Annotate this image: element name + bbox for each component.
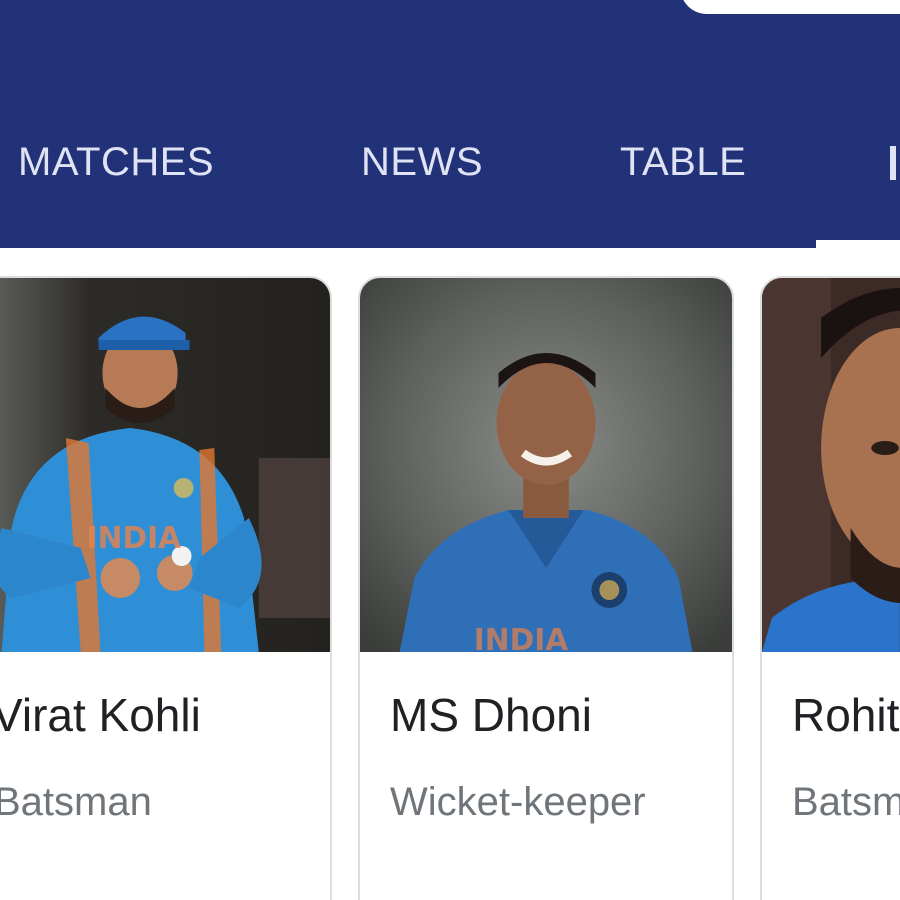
player-card-rohit[interactable]: Rohit Batsm: [760, 276, 900, 900]
player-role: Batsman: [0, 780, 152, 824]
tab-news[interactable]: NEWS: [361, 138, 483, 186]
tab-table[interactable]: TABLE: [620, 138, 746, 186]
player-name: MS Dhoni: [390, 689, 592, 741]
tab-players-partial[interactable]: [890, 146, 900, 180]
player-photo-image: [762, 278, 900, 652]
top-app-bar: MATCHES NEWS TABLE: [0, 0, 900, 248]
page: MATCHES NEWS TABLE INDIA Virat Kohli Bat…: [0, 0, 900, 900]
player-card-virat-kohli[interactable]: INDIA Virat Kohli Batsman: [0, 276, 332, 900]
player-name: Virat Kohli: [0, 689, 201, 741]
svg-text:INDIA: INDIA: [87, 521, 182, 556]
player-photo: INDIA: [0, 278, 330, 652]
player-photo-image: INDIA: [360, 278, 732, 652]
svg-text:INDIA: INDIA: [474, 623, 569, 652]
tab-matches[interactable]: MATCHES: [18, 138, 214, 186]
player-card-ms-dhoni[interactable]: INDIA MS Dhoni Wicket-keeper: [358, 276, 734, 900]
player-photo: INDIA: [360, 278, 732, 652]
player-role: Batsm: [792, 780, 900, 824]
player-role: Wicket-keeper: [390, 780, 646, 824]
search-box[interactable]: [680, 0, 900, 14]
active-tab-indicator: [816, 240, 900, 248]
player-name: Rohit: [792, 689, 900, 741]
player-photo: [762, 278, 900, 652]
player-photo-image: INDIA: [0, 278, 330, 652]
